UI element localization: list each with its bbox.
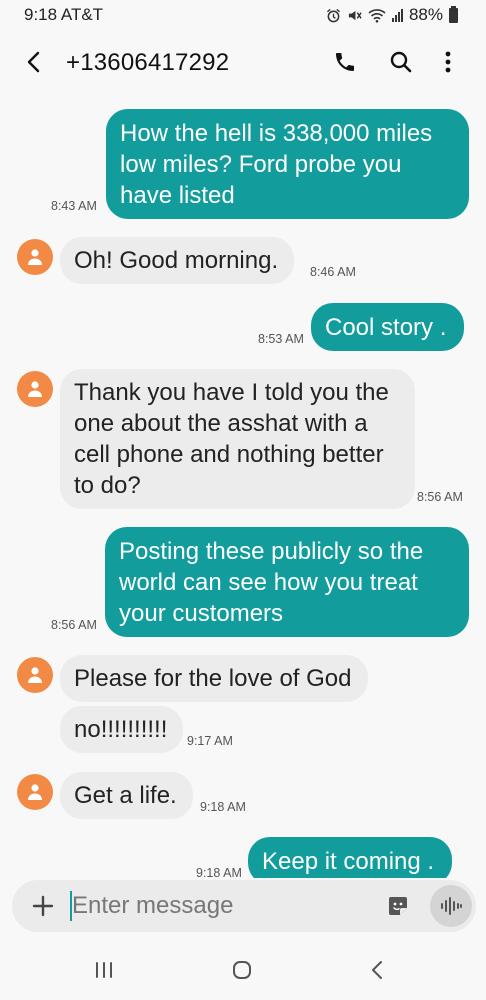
contact-avatar[interactable] bbox=[17, 239, 53, 275]
message-text: Please for the love of God bbox=[74, 665, 352, 692]
person-icon bbox=[28, 249, 42, 265]
message-text: Posting these publicly so the world can … bbox=[119, 538, 424, 627]
person-icon bbox=[28, 667, 42, 683]
outgoing-message[interactable]: Posting these publicly so the world can … bbox=[105, 527, 469, 637]
message-input[interactable] bbox=[70, 888, 370, 924]
message-text: Cool story . bbox=[325, 314, 447, 341]
phone-icon bbox=[336, 53, 354, 71]
status-icons: 88% bbox=[326, 5, 458, 25]
search-icon bbox=[390, 51, 412, 73]
message-timestamp: 8:56 AM bbox=[417, 490, 463, 504]
voice-wave-icon bbox=[441, 897, 462, 915]
person-icon bbox=[28, 784, 42, 800]
attach-button[interactable] bbox=[26, 888, 60, 924]
message-list[interactable]: How the hell is 338,000 miles low miles?… bbox=[0, 92, 486, 878]
more-options-button[interactable] bbox=[430, 44, 466, 80]
plus-icon bbox=[32, 895, 54, 917]
message-timestamp: 9:17 AM bbox=[187, 734, 233, 748]
message-text: How the hell is 338,000 miles low miles?… bbox=[120, 120, 433, 209]
signal-icon bbox=[391, 8, 403, 22]
message-timestamp: 8:53 AM bbox=[258, 332, 304, 346]
message-composer bbox=[12, 880, 476, 932]
conversation-header: +13606417292 bbox=[0, 32, 486, 92]
mute-icon bbox=[348, 10, 362, 20]
contact-avatar[interactable] bbox=[17, 657, 53, 693]
recents-icon bbox=[96, 962, 112, 978]
incoming-message[interactable]: Get a life. bbox=[60, 772, 193, 819]
sticker-button[interactable] bbox=[384, 892, 412, 920]
alarm-icon bbox=[326, 8, 341, 22]
home-button[interactable] bbox=[220, 954, 264, 986]
contact-title: +13606417292 bbox=[66, 49, 230, 76]
message-text: no!!!!!!!!!! bbox=[74, 716, 168, 743]
call-button[interactable] bbox=[327, 44, 363, 80]
wifi-icon bbox=[368, 8, 386, 23]
incoming-message[interactable]: Please for the love of God bbox=[60, 655, 368, 702]
incoming-message[interactable]: Thank you have I told you the one about … bbox=[60, 369, 415, 509]
message-timestamp: 8:46 AM bbox=[310, 265, 356, 279]
arrow-left-icon bbox=[27, 51, 40, 73]
contact-avatar[interactable] bbox=[17, 774, 53, 810]
voice-input-button[interactable] bbox=[430, 885, 472, 927]
message-timestamp: 9:18 AM bbox=[200, 800, 246, 814]
message-text: Oh! Good morning. bbox=[74, 247, 279, 274]
message-text: Thank you have I told you the one about … bbox=[74, 379, 389, 499]
back-chevron-icon bbox=[372, 961, 382, 979]
nav-back-button[interactable] bbox=[355, 954, 399, 986]
status-time: 9:18 AT&T bbox=[24, 5, 104, 24]
outgoing-message[interactable]: Keep it coming . bbox=[248, 837, 453, 878]
battery-level: 88% bbox=[408, 5, 443, 24]
message-text: Keep it coming . bbox=[262, 848, 435, 875]
system-nav-bar bbox=[0, 940, 486, 1000]
more-vertical-icon bbox=[445, 51, 451, 73]
message-timestamp: 9:18 AM bbox=[196, 866, 242, 878]
recents-button[interactable] bbox=[82, 954, 126, 986]
person-icon bbox=[28, 381, 42, 397]
incoming-message[interactable]: no!!!!!!!!!! bbox=[60, 706, 184, 753]
incoming-message[interactable]: Oh! Good morning. bbox=[60, 237, 295, 284]
battery-icon bbox=[449, 5, 458, 23]
message-timestamp: 8:43 AM bbox=[51, 199, 97, 213]
back-button[interactable] bbox=[16, 44, 52, 80]
search-button[interactable] bbox=[383, 44, 419, 80]
sticker-icon bbox=[389, 897, 407, 915]
status-bar: 9:18 AT&T 88% bbox=[0, 0, 486, 32]
outgoing-message[interactable]: Cool story . bbox=[311, 303, 465, 351]
text-cursor bbox=[70, 891, 72, 921]
home-icon bbox=[233, 961, 251, 979]
message-timestamp: 8:56 AM bbox=[51, 618, 97, 632]
contact-avatar[interactable] bbox=[17, 371, 53, 407]
outgoing-message[interactable]: How the hell is 338,000 miles low miles?… bbox=[106, 109, 469, 219]
message-text: Get a life. bbox=[74, 782, 177, 809]
